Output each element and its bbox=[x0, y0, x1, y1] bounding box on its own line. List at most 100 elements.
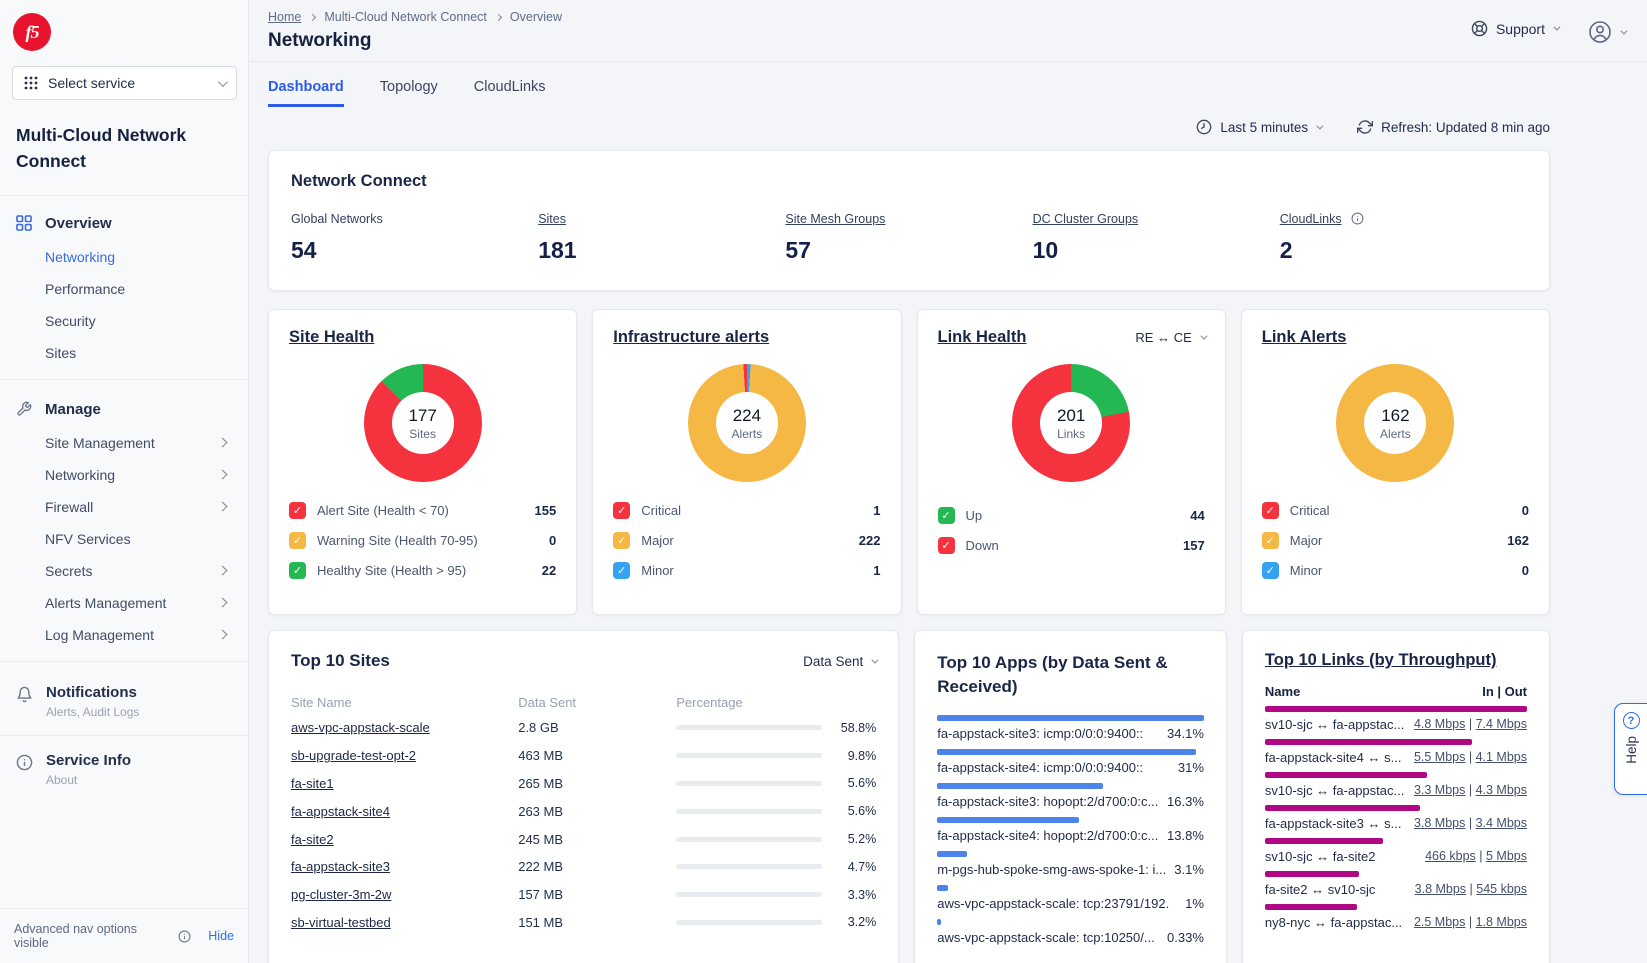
legend-checkbox[interactable]: ✓ bbox=[613, 502, 630, 519]
info-icon[interactable] bbox=[1351, 212, 1364, 225]
refresh-button[interactable]: Refresh: Updated 8 min ago bbox=[1357, 119, 1550, 135]
link-in-throughput[interactable]: 2.5 Mbps bbox=[1414, 915, 1465, 929]
tab-cloudlinks[interactable]: CloudLinks bbox=[474, 79, 546, 107]
stat-dc-cluster-groups-link[interactable]: DC Cluster Groups bbox=[1033, 212, 1139, 226]
site-health-title[interactable]: Site Health bbox=[289, 328, 374, 347]
legend: ✓ Critical 0 ✓ Major 162 ✓ Minor 0 bbox=[1262, 495, 1529, 585]
select-service-label: Select service bbox=[48, 75, 135, 91]
legend-checkbox[interactable]: ✓ bbox=[289, 562, 306, 579]
legend-checkbox[interactable]: ✓ bbox=[289, 532, 306, 549]
data-sent-value: 263 MB bbox=[518, 804, 676, 819]
user-menu[interactable] bbox=[1588, 20, 1625, 44]
sidebar-item-networking[interactable]: Networking bbox=[0, 241, 248, 273]
time-range-selector[interactable]: Last 5 minutes bbox=[1196, 119, 1321, 135]
site-link[interactable]: sb-upgrade-test-opt-2 bbox=[291, 748, 416, 763]
legend-row: ✓ Minor 0 bbox=[1262, 555, 1529, 585]
link-health-title[interactable]: Link Health bbox=[938, 328, 1027, 347]
link-health-donut[interactable]: 201 Links bbox=[1012, 364, 1130, 482]
sidebar-item-nfv-services[interactable]: NFV Services bbox=[0, 523, 248, 555]
nav-section-manage[interactable]: Manage bbox=[0, 390, 248, 427]
service-info-label: Service Info bbox=[46, 752, 131, 769]
legend-checkbox[interactable]: ✓ bbox=[613, 532, 630, 549]
link-out-throughput[interactable]: 545 kbps bbox=[1476, 882, 1527, 896]
link-bar bbox=[1265, 805, 1420, 811]
link-out-throughput[interactable]: 5 Mbps bbox=[1486, 849, 1527, 863]
link-in-throughput[interactable]: 4.8 Mbps bbox=[1414, 717, 1465, 731]
help-tab[interactable]: ? Help bbox=[1614, 703, 1647, 795]
link-out-throughput[interactable]: 7.4 Mbps bbox=[1476, 717, 1527, 731]
product-title: Multi-Cloud Network Connect bbox=[16, 122, 216, 175]
top-sites-sort-selector[interactable]: Data Sent bbox=[803, 654, 876, 669]
sidebar-item-performance[interactable]: Performance bbox=[0, 273, 248, 305]
legend-checkbox[interactable]: ✓ bbox=[1262, 562, 1279, 579]
breadcrumb-home[interactable]: Home bbox=[268, 10, 301, 24]
sidebar-item-alerts-management[interactable]: Alerts Management bbox=[0, 587, 248, 619]
link-alerts-donut[interactable]: 162 Alerts bbox=[1336, 364, 1454, 482]
site-link[interactable]: fa-site1 bbox=[291, 776, 334, 791]
sidebar-item-notifications[interactable]: Notifications Alerts, Audit Logs bbox=[0, 672, 248, 731]
link-out-throughput[interactable]: 1.8 Mbps bbox=[1476, 915, 1527, 929]
tab-dashboard[interactable]: Dashboard bbox=[268, 79, 344, 107]
sidebar-item-networking-manage[interactable]: Networking bbox=[0, 459, 248, 491]
breadcrumb-mcn[interactable]: Multi-Cloud Network Connect bbox=[324, 10, 487, 24]
sidebar-item-label: Firewall bbox=[45, 499, 93, 515]
link-alerts-title[interactable]: Link Alerts bbox=[1262, 328, 1347, 347]
site-link[interactable]: fa-site2 bbox=[291, 832, 334, 847]
legend: ✓ Alert Site (Health < 70) 155 ✓ Warning… bbox=[289, 495, 556, 585]
f5-logo[interactable]: f5 bbox=[13, 13, 51, 51]
site-health-donut[interactable]: 177 Sites bbox=[364, 364, 482, 482]
sidebar-item-site-management[interactable]: Site Management bbox=[0, 427, 248, 459]
chevron-down-icon bbox=[1620, 27, 1627, 34]
hide-nav-button[interactable]: Hide bbox=[208, 929, 234, 943]
percentage-bar bbox=[676, 753, 822, 758]
stat-site-mesh-groups-link[interactable]: Site Mesh Groups bbox=[785, 212, 885, 226]
stat-cloudlinks-link[interactable]: CloudLinks bbox=[1280, 212, 1342, 226]
sidebar-item-label: Networking bbox=[45, 249, 115, 265]
stat-value: 181 bbox=[538, 237, 785, 264]
sidebar-item-secrets[interactable]: Secrets bbox=[0, 555, 248, 587]
sidebar-item-sites[interactable]: Sites bbox=[0, 337, 248, 369]
infrastructure-alerts-title[interactable]: Infrastructure alerts bbox=[613, 328, 769, 347]
site-health-card: Site Health 177 Sites ✓ Alert Site (Heal… bbox=[268, 309, 577, 615]
sidebar-item-security[interactable]: Security bbox=[0, 305, 248, 337]
percentage-value: 58.8% bbox=[832, 721, 876, 735]
top-apps-title: Top 10 Apps (by Data Sent & Received) bbox=[937, 651, 1187, 699]
link-out-throughput[interactable]: 3.4 Mbps bbox=[1476, 816, 1527, 830]
link-in-throughput[interactable]: 3.8 Mbps bbox=[1414, 816, 1465, 830]
re-ce-selector[interactable]: RE ↔ CE bbox=[1135, 330, 1204, 345]
legend-checkbox[interactable]: ✓ bbox=[938, 537, 955, 554]
sidebar-item-firewall[interactable]: Firewall bbox=[0, 491, 248, 523]
sidebar-item-service-info[interactable]: Service Info About bbox=[0, 740, 248, 799]
legend-checkbox[interactable]: ✓ bbox=[289, 502, 306, 519]
link-in-throughput[interactable]: 466 kbps bbox=[1425, 849, 1476, 863]
site-link[interactable]: fa-appstack-site3 bbox=[291, 859, 390, 874]
infrastructure-alerts-donut[interactable]: 224 Alerts bbox=[688, 364, 806, 482]
link-out-throughput[interactable]: 4.1 Mbps bbox=[1476, 750, 1527, 764]
legend-checkbox[interactable]: ✓ bbox=[938, 507, 955, 524]
link-out-throughput[interactable]: 4.3 Mbps bbox=[1476, 783, 1527, 797]
site-link[interactable]: sb-virtual-testbed bbox=[291, 915, 391, 930]
tab-topology[interactable]: Topology bbox=[380, 79, 438, 107]
divider bbox=[0, 661, 248, 662]
refresh-label: Refresh: Updated 8 min ago bbox=[1381, 120, 1550, 135]
sidebar-item-log-management[interactable]: Log Management bbox=[0, 619, 248, 651]
link-in-throughput[interactable]: 5.5 Mbps bbox=[1414, 750, 1465, 764]
top-links-title[interactable]: Top 10 Links (by Throughput) bbox=[1265, 651, 1497, 669]
legend-checkbox[interactable]: ✓ bbox=[1262, 532, 1279, 549]
legend-label: Warning Site (Health 70-95) bbox=[317, 533, 538, 548]
nav-section-overview[interactable]: Overview bbox=[0, 204, 248, 241]
stat-cloudlinks: CloudLinks 2 bbox=[1280, 210, 1527, 264]
legend-checkbox[interactable]: ✓ bbox=[1262, 502, 1279, 519]
link-in-throughput[interactable]: 3.3 Mbps bbox=[1414, 783, 1465, 797]
site-link[interactable]: aws-vpc-appstack-scale bbox=[291, 720, 430, 735]
sort-label: Data Sent bbox=[803, 654, 863, 669]
support-menu[interactable]: Support bbox=[1471, 20, 1558, 37]
legend-checkbox[interactable]: ✓ bbox=[613, 562, 630, 579]
select-service-dropdown[interactable]: Select service bbox=[12, 66, 237, 100]
link-name: sv10-sjc ↔ fa-appstac... bbox=[1265, 717, 1404, 732]
stat-sites-link[interactable]: Sites bbox=[538, 212, 566, 226]
link-in-throughput[interactable]: 3.8 Mbps bbox=[1415, 882, 1466, 896]
chevron-down-icon bbox=[1317, 122, 1324, 129]
site-link[interactable]: fa-appstack-site4 bbox=[291, 804, 390, 819]
site-link[interactable]: pg-cluster-3m-2w bbox=[291, 887, 391, 902]
